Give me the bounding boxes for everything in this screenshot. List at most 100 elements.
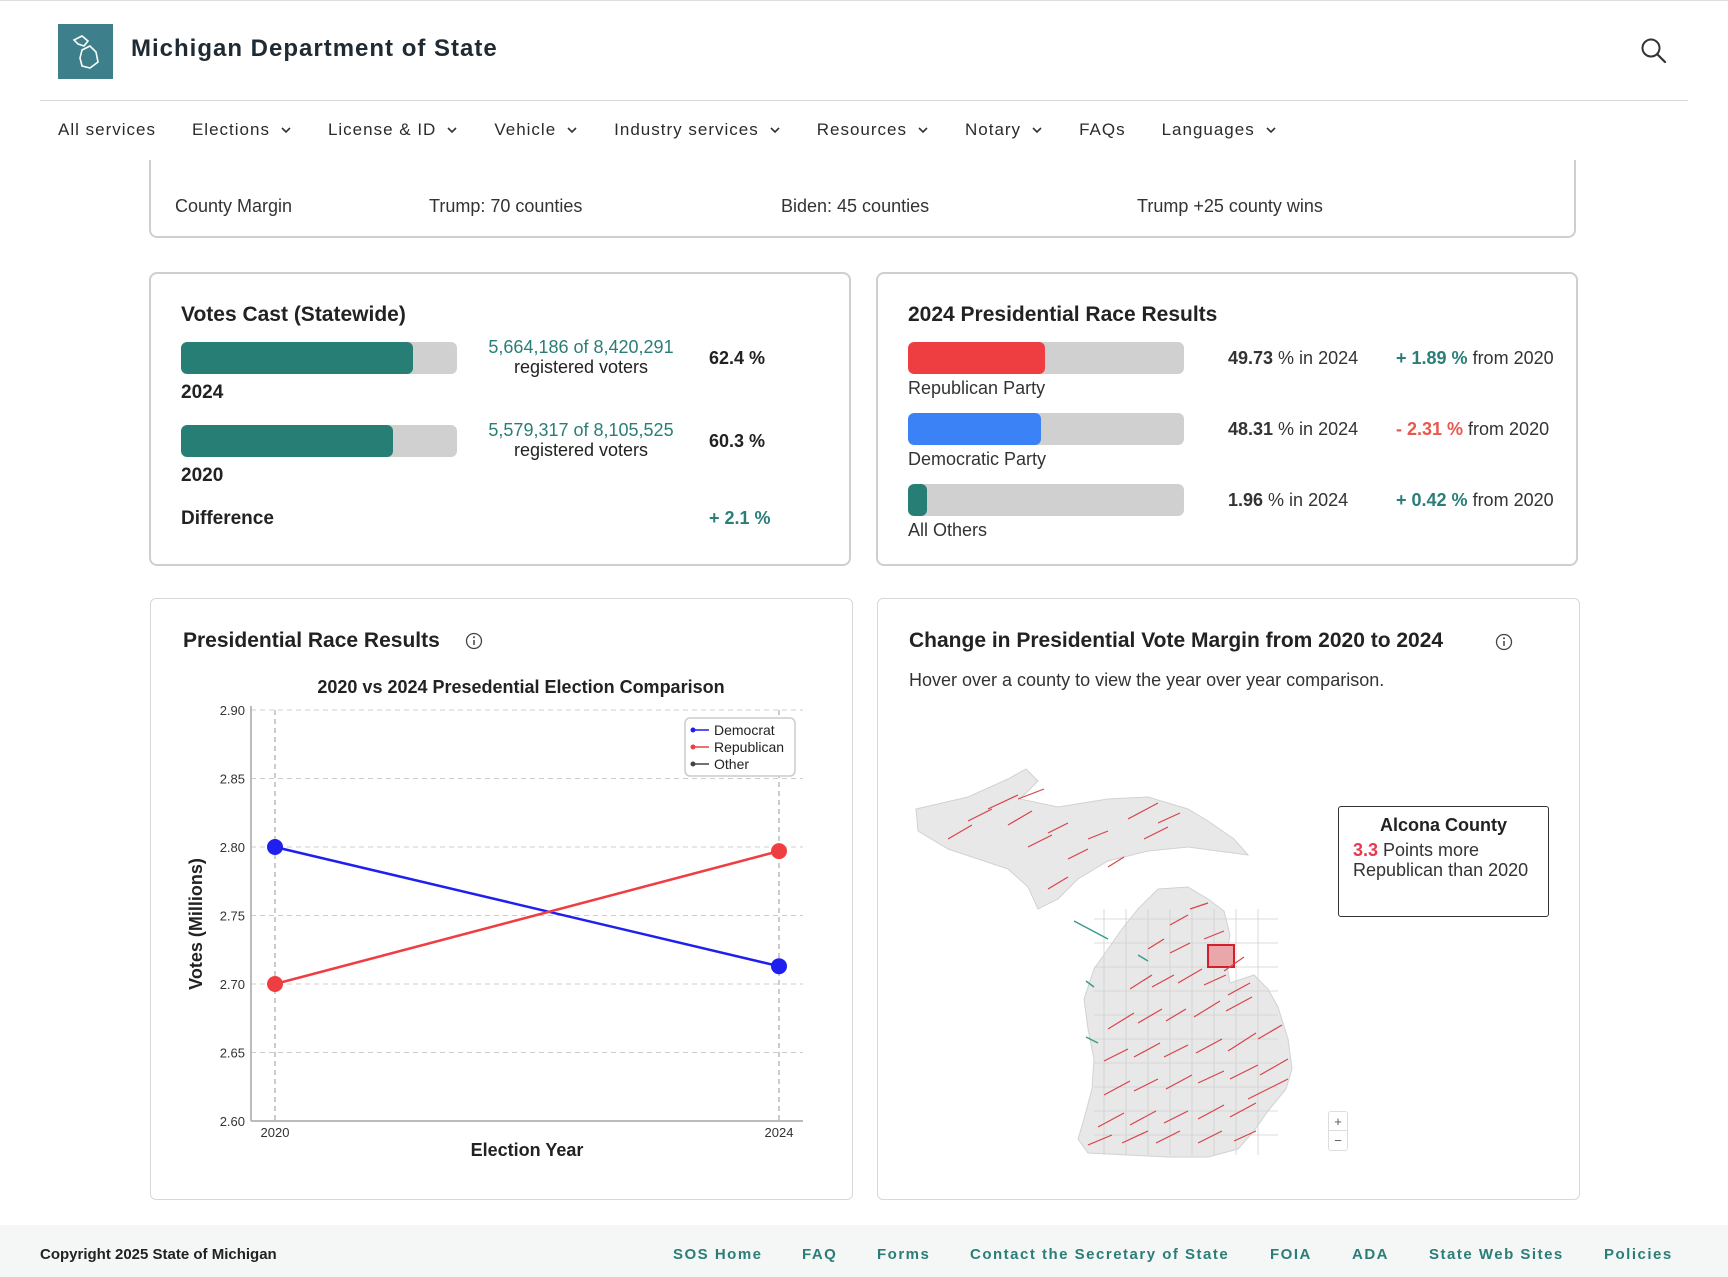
nav-item-notary[interactable]: Notary — [965, 118, 1043, 142]
votes-bar-fill — [181, 425, 393, 457]
nav-item-resources[interactable]: Resources — [817, 118, 929, 142]
y-tick-label: 2.60 — [220, 1114, 245, 1129]
party-change-sign: + — [1396, 348, 1412, 368]
tooltip-county-name: Alcona County — [1379, 815, 1507, 835]
votes-counts: 5,664,186 of 8,420,291 — [488, 337, 674, 357]
legend-marker — [690, 761, 696, 767]
footer-link[interactable]: FOIA — [1270, 1246, 1312, 1263]
chart-title: 2020 vs 2024 Presedential Election Compa… — [317, 677, 724, 697]
nav-item-label: Notary — [964, 120, 1022, 139]
votes-year: 2024 — [181, 382, 224, 403]
presidential-chart-title: Presidential Race Results — [183, 629, 440, 652]
party-pct: 1.96 — [1228, 490, 1264, 510]
party-bar — [908, 484, 1184, 516]
nav-item-label: License & ID — [327, 120, 437, 139]
party-pct-line: 48.31 % in 2024 — [1228, 419, 1358, 440]
party-pct-line: 49.73 % in 2024 — [1228, 348, 1358, 369]
x-axis-label: Election Year — [471, 1140, 584, 1160]
margin-arrow-dem — [1073, 920, 1109, 940]
nav-item-vehicle[interactable]: Vehicle — [494, 118, 578, 142]
info-icon[interactable] — [1495, 633, 1513, 656]
party-change-line: - 2.31 % from 2020 — [1396, 419, 1549, 440]
biden-counties: Biden: 45 counties — [781, 196, 930, 216]
nav-item-label: FAQs — [1079, 120, 1126, 139]
y-tick-label: 2.85 — [220, 772, 245, 787]
party-bar — [908, 342, 1184, 374]
tooltip-points: 3.3 — [1353, 840, 1379, 860]
margin-map-card: Change in Presidential Vote Margin from … — [877, 598, 1580, 1200]
map-subtitle: Hover over a county to view the year ove… — [909, 670, 1385, 690]
county-tooltip: Alcona County 3.3 Points more Republican… — [1338, 806, 1549, 917]
votes-counts-block: 5,664,186 of 8,420,291 registered voters — [481, 337, 681, 377]
search-icon[interactable] — [1640, 37, 1668, 65]
footer-link[interactable]: State Web Sites — [1429, 1246, 1564, 1263]
line-chart: 2020 vs 2024 Presedential Election Compa… — [186, 677, 803, 1160]
footer-link[interactable]: Contact the Secretary of State — [970, 1246, 1229, 1263]
zoom-out-button[interactable]: − — [1329, 1131, 1347, 1150]
nav-item-elections[interactable]: Elections — [192, 118, 292, 142]
alcona-county-highlight — [1207, 944, 1235, 968]
y-tick-label: 2.80 — [220, 840, 245, 855]
site-title[interactable]: Michigan Department of State — [131, 35, 498, 63]
zoom-in-button[interactable]: + — [1329, 1112, 1347, 1131]
party-bar-fill — [908, 484, 928, 516]
upper-peninsula — [915, 768, 1250, 910]
footer-link[interactable]: SOS Home — [673, 1246, 763, 1263]
x-tick-label: 2024 — [765, 1125, 794, 1140]
footer-link[interactable]: Policies — [1604, 1246, 1673, 1263]
tooltip-text: Points more Republican than 2020 — [1353, 840, 1529, 880]
county-margin-card: County Margin Trump: 70 counties Biden: … — [149, 160, 1576, 238]
county-wins-summary: Trump +25 county wins — [1137, 196, 1323, 216]
party-pct-suffix: % in 2024 — [1273, 348, 1359, 368]
nav-item-label: Industry services — [614, 120, 759, 139]
race-results-card: 2024 Presidential Race Results Republica… — [876, 272, 1578, 566]
data-point-republican — [267, 976, 283, 992]
chevron-down-icon — [447, 127, 457, 134]
votes-year: 2020 — [181, 465, 224, 486]
votes-bar-fill — [181, 342, 414, 374]
y-tick-label: 2.90 — [220, 703, 245, 718]
lower-peninsula — [1077, 886, 1293, 1158]
party-change-line: + 0.42 % from 2020 — [1396, 490, 1554, 511]
race-results-title: 2024 Presidential Race Results — [908, 303, 1218, 326]
party-change: 1.89 % — [1411, 348, 1468, 368]
party-pct: 48.31 — [1228, 419, 1274, 439]
legend-label: Other — [714, 756, 749, 772]
y-tick-label: 2.75 — [220, 909, 245, 924]
party-pct: 49.73 — [1228, 348, 1274, 368]
votes-bar-2020 — [181, 425, 457, 457]
data-point-democrat — [267, 839, 283, 855]
nav-item-license-id[interactable]: License & ID — [328, 118, 458, 142]
votes-cast-card: Votes Cast (Statewide) 2024 5,664,186 of … — [149, 272, 851, 566]
footer-link[interactable]: Forms — [877, 1246, 930, 1263]
legend-label: Republican — [714, 739, 784, 755]
footer-link[interactable]: FAQ — [802, 1246, 837, 1263]
footer-link[interactable]: ADA — [1352, 1246, 1389, 1263]
nav-item-label: Languages — [1161, 120, 1255, 139]
legend-label: Democrat — [714, 722, 775, 738]
chevron-down-icon — [567, 127, 577, 134]
footer-copyright: Copyright 2025 State of Michigan — [40, 1246, 277, 1263]
map-card-title: Change in Presidential Vote Margin from … — [909, 629, 1444, 652]
trump-counties: Trump: 70 counties — [429, 196, 583, 216]
votes-counts-block: 5,579,317 of 8,105,525 registered voters — [481, 420, 681, 460]
nav-item-industry-services[interactable]: Industry services — [614, 118, 781, 142]
party-change-line: + 1.89 % from 2020 — [1396, 348, 1554, 369]
series-line-democrat — [274, 845, 780, 968]
nav-item-label: Resources — [816, 120, 907, 139]
party-pct-line: 1.96 % in 2024 — [1228, 490, 1348, 511]
nav-item-faqs[interactable]: FAQs — [1079, 118, 1126, 142]
nav-item-all-services[interactable]: All services — [58, 118, 156, 142]
header-divider — [40, 100, 1688, 101]
michigan-state-icon[interactable] — [58, 24, 113, 79]
nav-item-languages[interactable]: Languages — [1162, 118, 1277, 142]
party-change: 0.42 % — [1411, 490, 1468, 510]
info-icon[interactable] — [465, 632, 483, 655]
michigan-county-map[interactable] — [908, 739, 1348, 1159]
party-pct-suffix: % in 2024 — [1273, 419, 1359, 439]
y-tick-label: 2.70 — [220, 977, 245, 992]
presidential-chart-card: Presidential Race Results 2020 vs 2024 P… — [150, 598, 853, 1200]
nav-item-label: Vehicle — [494, 120, 557, 139]
votes-bar-2024 — [181, 342, 457, 374]
turnout-pct: 60.3 % — [709, 431, 766, 451]
